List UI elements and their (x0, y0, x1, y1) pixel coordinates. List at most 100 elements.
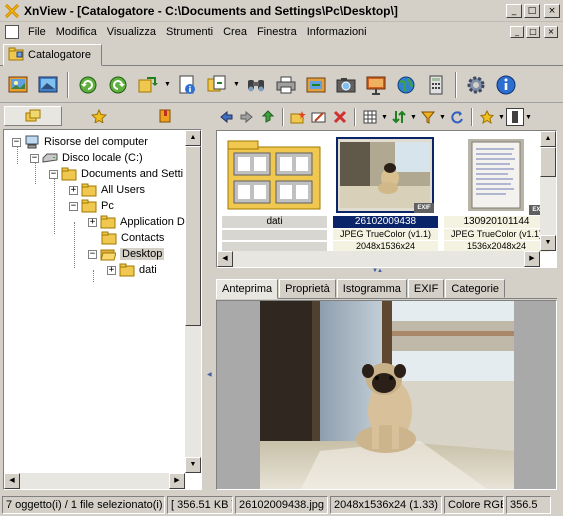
thumbnail-size-icon[interactable] (506, 108, 524, 126)
scroll-up-arrow-icon[interactable]: ▲ (185, 130, 201, 146)
tree-node-pc[interactable]: − Pc (69, 198, 114, 214)
tab-proprieta[interactable]: Proprietà (279, 279, 336, 298)
tab-favorites[interactable] (70, 106, 128, 126)
tab-anteprima[interactable]: Anteprima (216, 279, 279, 299)
dropdown-arrow-icon[interactable]: ▼ (498, 107, 505, 127)
menu-finestra[interactable]: Finestra (252, 26, 302, 38)
rename-icon[interactable] (309, 107, 329, 127)
mdi-minimize-button[interactable]: _ (510, 26, 524, 38)
tree-node-contacts[interactable]: Contacts (101, 230, 164, 246)
web-icon[interactable] (392, 71, 420, 99)
dropdown-arrow-icon[interactable]: ▼ (164, 71, 171, 99)
mdi-restore-button[interactable]: □ (526, 26, 540, 38)
expand-toggle[interactable]: + (88, 217, 97, 227)
batch-icon[interactable] (302, 71, 330, 99)
dropdown-arrow-icon[interactable]: ▼ (525, 107, 532, 127)
horizontal-splitter[interactable]: ▼▲ (212, 268, 563, 276)
about-info-icon[interactable] (492, 71, 520, 99)
tree-node-computer[interactable]: − Risorse del computer (12, 134, 148, 150)
tree-label: Application D (120, 216, 185, 228)
scroll-left-arrow-icon[interactable]: ◀ (4, 473, 20, 489)
thumbnail-horizontal-scrollbar[interactable]: ◀ ▶ (217, 251, 540, 267)
collapse-toggle[interactable]: − (49, 169, 58, 179)
delete-x-icon[interactable] (330, 107, 350, 127)
scroll-right-arrow-icon[interactable]: ▶ (169, 473, 185, 489)
dropdown-arrow-icon[interactable]: ▼ (439, 107, 446, 127)
tab-catalogatore[interactable]: Catalogatore (3, 44, 102, 66)
menu-visualizza[interactable]: Visualizza (102, 26, 161, 38)
print-icon[interactable] (272, 71, 300, 99)
splitter-grip-icon[interactable]: ▼▲ (372, 268, 383, 274)
maximize-button[interactable]: □ (524, 3, 540, 18)
forward-arrow-icon[interactable] (237, 107, 257, 127)
tree-node-dati[interactable]: + dati (107, 262, 157, 278)
menu-modifica[interactable]: Modifica (51, 26, 102, 38)
document-icon[interactable] (5, 25, 19, 39)
tree-node-desktop[interactable]: − Desktop (88, 246, 165, 262)
scroll-left-arrow-icon[interactable]: ◀ (217, 251, 233, 267)
image-preview[interactable] (216, 300, 557, 490)
slideshow-icon[interactable] (362, 71, 390, 99)
toolbar-separator (354, 108, 356, 126)
scroll-thumb[interactable] (185, 146, 201, 326)
expand-toggle[interactable]: + (69, 185, 78, 195)
collapse-toggle[interactable]: − (30, 153, 39, 163)
splitter-grip-icon[interactable]: ◀ (207, 371, 212, 378)
tab-folders[interactable] (4, 106, 62, 126)
browser-icon[interactable] (4, 71, 32, 99)
tab-istogramma[interactable]: Istogramma (336, 279, 407, 298)
tree-horizontal-scrollbar[interactable]: ◀ ▶ (4, 473, 185, 489)
menu-file[interactable]: File (23, 26, 51, 38)
refresh-icon[interactable] (447, 107, 467, 127)
capture-icon[interactable] (332, 71, 360, 99)
thumbnail-folder-dati[interactable]: dati (219, 133, 330, 252)
sort-icon[interactable] (389, 107, 409, 127)
tab-exif[interactable]: EXIF (407, 279, 445, 298)
scroll-right-arrow-icon[interactable]: ▶ (524, 251, 540, 267)
collapse-toggle[interactable]: − (88, 249, 97, 259)
filter-icon[interactable] (418, 107, 438, 127)
calculator-icon[interactable] (422, 71, 450, 99)
thumbnail-photo-26102009438[interactable]: EXIF 26102009438 JPEG TrueColor (v1.1) 2… (330, 133, 441, 252)
close-button[interactable]: × (544, 3, 560, 18)
convert-icon[interactable] (134, 71, 162, 99)
scroll-up-arrow-icon[interactable]: ▲ (540, 131, 556, 147)
vertical-splitter[interactable]: ◀ (206, 105, 212, 490)
scroll-down-arrow-icon[interactable]: ▼ (185, 457, 201, 473)
dropdown-arrow-icon[interactable]: ▼ (410, 107, 417, 127)
back-arrow-icon[interactable] (216, 107, 236, 127)
view-icon[interactable] (34, 71, 62, 99)
tab-categorie[interactable]: Categorie (445, 279, 506, 298)
collapse-toggle[interactable]: − (69, 201, 78, 211)
dropdown-arrow-icon[interactable]: ▼ (233, 71, 240, 99)
rotate-left-icon[interactable] (74, 71, 102, 99)
expand-toggle[interactable]: + (107, 265, 116, 275)
view-mode-grid-icon[interactable] (360, 107, 380, 127)
collapse-toggle[interactable]: − (12, 137, 21, 147)
tree-vertical-scrollbar[interactable]: ▲ ▼ (185, 130, 201, 473)
menu-strumenti[interactable]: Strumenti (161, 26, 218, 38)
tree-node-all-users[interactable]: + All Users (69, 182, 145, 198)
tree-label: dati (139, 264, 157, 276)
parent-folder-icon[interactable] (258, 107, 278, 127)
dropdown-arrow-icon[interactable]: ▼ (381, 107, 388, 127)
menu-crea[interactable]: Crea (218, 26, 252, 38)
tree-node-documents-settings[interactable]: − Documents and Setti (49, 166, 183, 182)
info-file-icon[interactable] (173, 71, 201, 99)
new-folder-icon[interactable] (288, 107, 308, 127)
tree-node-drive-c[interactable]: − Disco locale (C:) (30, 150, 143, 166)
copy-to-icon[interactable] (203, 71, 231, 99)
mdi-close-button[interactable]: × (544, 26, 558, 38)
favorite-star-icon[interactable] (477, 107, 497, 127)
thumbnail-photo-130920101144[interactable]: EXIF 130920101144 JPEG TrueColor (v1.1) … (441, 133, 552, 252)
thumbnail-vertical-scrollbar[interactable]: ▲ ▼ (540, 131, 556, 251)
menu-informazioni[interactable]: Informazioni (302, 26, 372, 38)
settings-gear-icon[interactable] (462, 71, 490, 99)
search-binoculars-icon[interactable] (242, 71, 270, 99)
tree-node-application-data[interactable]: + Application D (88, 214, 185, 230)
scroll-down-arrow-icon[interactable]: ▼ (540, 235, 556, 251)
tab-categories[interactable] (136, 106, 194, 126)
rotate-right-icon[interactable] (104, 71, 132, 99)
scroll-thumb[interactable] (540, 147, 556, 177)
minimize-button[interactable]: _ (506, 3, 522, 18)
